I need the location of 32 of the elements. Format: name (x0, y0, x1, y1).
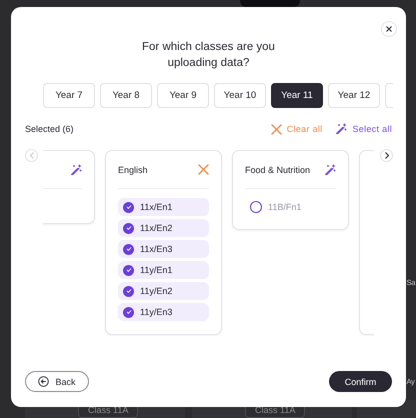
subject-title: Food & Nutrition (245, 164, 310, 174)
magic-wand-icon (70, 164, 82, 176)
scroll-right-button[interactable] (380, 149, 393, 162)
chevron-right-icon (384, 152, 388, 159)
class-option[interactable]: 11x/En1 (118, 198, 209, 216)
close-icon (386, 26, 392, 32)
select-subject-button[interactable] (324, 164, 336, 176)
magic-wand-icon (324, 164, 336, 176)
class-option[interactable]: 11y/En3 (118, 303, 209, 321)
year-tab[interactable]: Year 7 (43, 83, 95, 108)
class-option[interactable]: 11y/En1 (118, 261, 209, 279)
close-x-icon (270, 124, 282, 134)
chevron-left-icon (30, 152, 34, 159)
dialog-title: For which classes are you uploading data? (141, 40, 276, 71)
selected-count: Selected (6) (25, 124, 74, 134)
select-all-button[interactable]: Select all (335, 123, 392, 135)
class-option[interactable]: 11x/En2 (118, 219, 209, 237)
back-arrow-icon (38, 376, 50, 387)
year-tab[interactable]: Year 10 (214, 83, 266, 108)
subject-title: English (118, 164, 148, 174)
class-option[interactable]: 11y/En2 (118, 282, 209, 300)
year-tab[interactable]: Year 11 (271, 83, 323, 108)
magic-wand-icon (335, 123, 348, 135)
class-option[interactable]: 11x/En3 (118, 240, 209, 258)
close-button[interactable] (381, 21, 397, 37)
confirm-button[interactable]: Confirm (329, 371, 392, 392)
close-x-icon (198, 164, 209, 175)
select-subject-button[interactable] (70, 164, 82, 176)
year-tab[interactable]: Year 12 (328, 83, 380, 108)
year-tab[interactable]: Year 9 (157, 83, 209, 108)
year-tab[interactable]: Year 8 (100, 83, 152, 108)
back-button[interactable]: Back (25, 371, 89, 392)
